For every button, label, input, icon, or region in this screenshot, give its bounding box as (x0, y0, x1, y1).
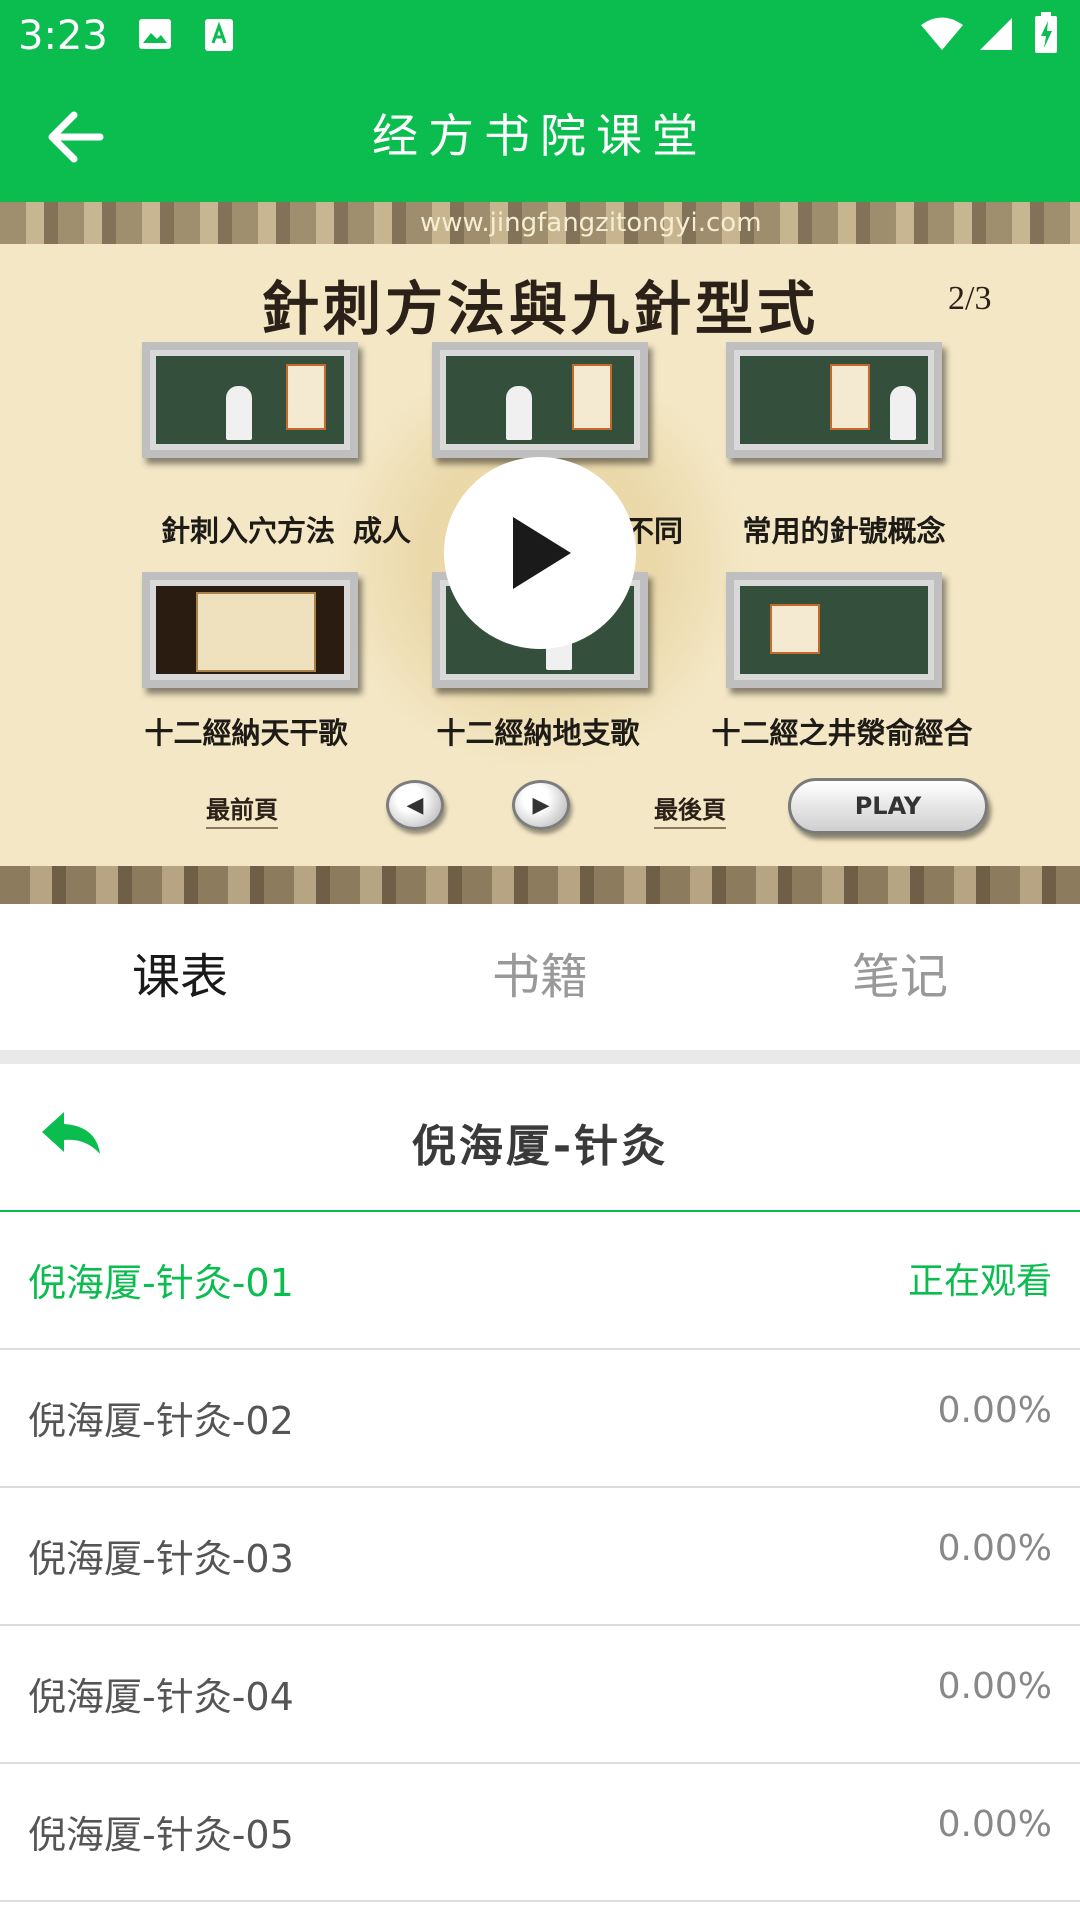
play-icon[interactable] (444, 457, 636, 649)
lesson-status: 正在观看 (907, 1261, 1052, 1302)
slide-title: 針刺方法與九針型式 (260, 275, 819, 343)
signal-icon (978, 16, 1014, 56)
lesson-item[interactable]: 倪海厦-针灸-05 0.00% (0, 1764, 1080, 1902)
prev-slide-icon: ◀ (386, 780, 444, 830)
tab-notes[interactable]: 笔记 (720, 904, 1080, 1050)
thumbnail-1 (142, 342, 358, 458)
lesson-progress: 0.00% (937, 1390, 1052, 1431)
thumbnail-6 (726, 572, 942, 688)
course-header: 倪海厦-针灸 (0, 1064, 1080, 1212)
tab-schedule[interactable]: 课表 (0, 904, 360, 1050)
last-page-label: 最後頁 (654, 790, 726, 829)
thumbnail-label: 十二經之井滎俞經合 (711, 716, 973, 750)
thumbnail-label: 成人 (352, 514, 411, 548)
lesson-title: 倪海厦-针灸-02 (28, 1399, 294, 1443)
app-title: 经方书院课堂 (372, 109, 708, 163)
wifi-icon (920, 16, 964, 56)
lesson-progress: 0.00% (937, 1528, 1052, 1569)
lesson-title: 倪海厦-针灸-01 (28, 1261, 294, 1305)
thumbnail-label: 常用的針號概念 (742, 514, 946, 548)
thumbnail-4 (142, 572, 358, 688)
first-page-label: 最前頁 (206, 790, 278, 829)
lesson-title: 倪海厦-针灸-05 (28, 1813, 294, 1857)
image-icon (138, 18, 172, 54)
lesson-progress: 0.00% (937, 1666, 1052, 1707)
lesson-progress: 0.00% (937, 1804, 1052, 1845)
video-player[interactable]: www.jingfangzitongyi.com 針刺方法與九針型式 2/3 針… (0, 202, 1080, 904)
lesson-item[interactable]: 倪海厦-针灸-01 正在观看 (0, 1212, 1080, 1350)
video-watermark: www.jingfangzitongyi.com (0, 202, 1080, 244)
section-divider (0, 1050, 1080, 1064)
slide-play-label: PLAY (788, 778, 988, 834)
thumbnail-label: 十二經納天干歌 (144, 716, 348, 750)
tab-bar: 课表 书籍 笔记 (0, 904, 1080, 1050)
course-title: 倪海厦-针灸 (411, 1121, 669, 1172)
battery-charging-icon (1034, 12, 1058, 58)
tab-books[interactable]: 书籍 (360, 904, 720, 1050)
thumbnail-2 (432, 342, 648, 458)
lesson-item[interactable]: 倪海厦-针灸-04 0.00% (0, 1626, 1080, 1764)
lesson-item[interactable]: 倪海厦-针灸-02 0.00% (0, 1350, 1080, 1488)
lesson-title: 倪海厦-针灸-04 (28, 1675, 294, 1719)
next-slide-icon: ▶ (512, 780, 570, 830)
thumbnail-label: 十二經納地支歌 (436, 716, 640, 750)
app-bar: 经方书院课堂 (0, 72, 1080, 202)
slide-page: 2/3 (948, 280, 992, 317)
lesson-item[interactable]: 倪海厦-针灸-03 0.00% (0, 1488, 1080, 1626)
video-bottom-decoration (0, 866, 1080, 904)
status-time: 3:23 (18, 13, 108, 59)
thumbnail-3 (726, 342, 942, 458)
status-bar: 3:23 (0, 0, 1080, 72)
text-a-icon (204, 18, 234, 56)
lesson-list: 倪海厦-针灸-01 正在观看 倪海厦-针灸-02 0.00% 倪海厦-针灸-03… (0, 1212, 1080, 1902)
lesson-title: 倪海厦-针灸-03 (28, 1537, 294, 1581)
